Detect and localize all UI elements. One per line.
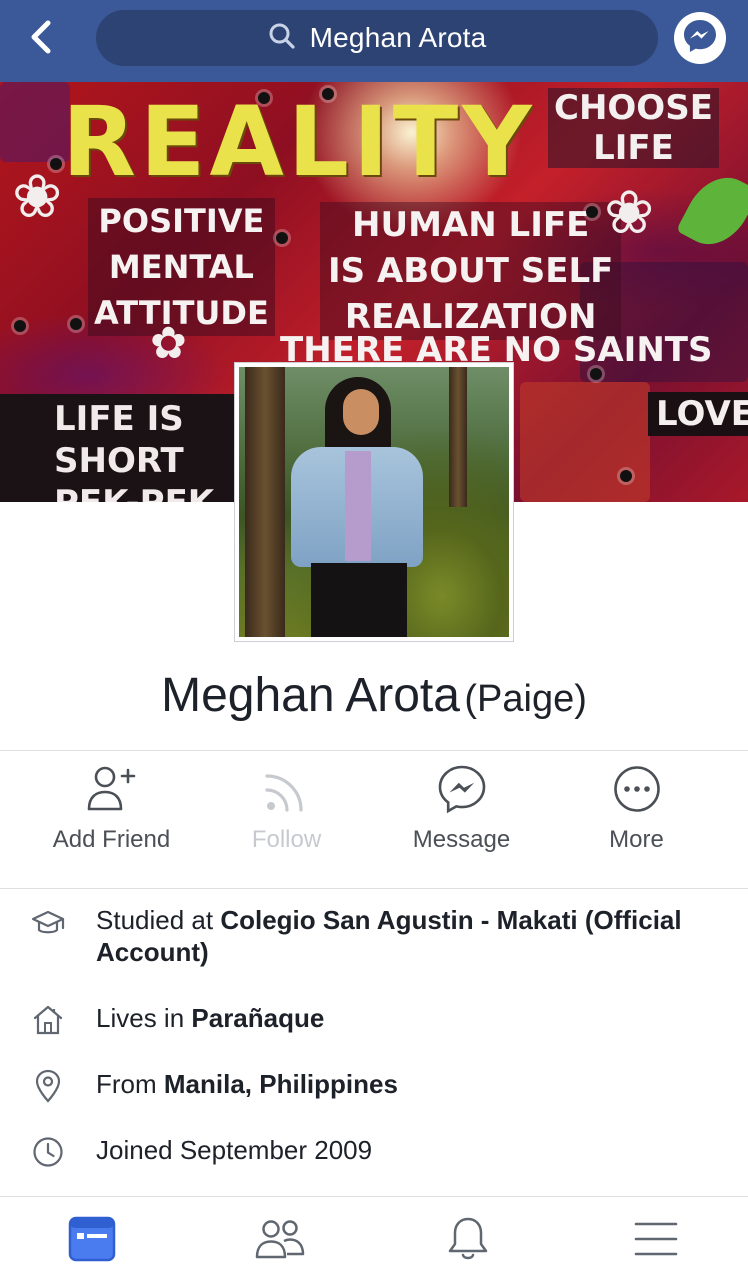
profile-picture[interactable] — [234, 362, 514, 642]
divider — [0, 888, 748, 889]
messenger-button[interactable] — [674, 12, 726, 64]
info-joined-text: Joined September 2009 — [96, 1135, 373, 1165]
search-icon — [268, 22, 296, 55]
search-bar[interactable]: Meghan Arota — [96, 10, 658, 66]
cover-patch — [520, 382, 650, 502]
bullet-hole-icon — [14, 320, 26, 332]
news-feed-icon — [68, 1216, 116, 1267]
cover-reality-text: REALITY — [62, 86, 536, 198]
cover-love-text: LOVE — [648, 392, 748, 436]
cover-text-line: MENTAL — [108, 248, 254, 286]
info-prefix: Studied at — [96, 905, 221, 935]
bullet-hole-icon — [586, 206, 598, 218]
rose-icon: ❀ — [12, 162, 63, 232]
person-face — [343, 389, 379, 435]
person-pants — [311, 563, 407, 637]
bullet-hole-icon — [50, 158, 62, 170]
info-prefix: Lives in — [96, 1003, 192, 1033]
location-pin-icon — [30, 1068, 66, 1104]
more-icon — [607, 752, 667, 818]
messenger-icon — [681, 17, 719, 60]
clock-icon — [30, 1134, 66, 1170]
nav-news-feed[interactable] — [62, 1215, 122, 1267]
message-label: Message — [412, 826, 511, 853]
bullet-hole-icon — [258, 92, 270, 104]
tree-trunk — [245, 367, 285, 637]
add-friend-button[interactable]: Add Friend — [18, 752, 205, 888]
bullet-hole-icon — [322, 88, 334, 100]
profile-picture-image — [239, 367, 509, 637]
graduation-cap-icon — [30, 906, 66, 942]
hometown-name: Manila, Philippines — [163, 1069, 398, 1099]
friends-icon — [254, 1217, 306, 1266]
bullet-hole-icon — [70, 318, 82, 330]
add-friend-icon — [82, 752, 142, 818]
search-text: Meghan Arota — [309, 22, 487, 53]
follow-button[interactable]: Follow — [193, 752, 380, 888]
profile-name: Meghan Arota (Paige) — [0, 668, 748, 723]
cover-text-line: CHOOSE — [554, 88, 713, 128]
cover-text-line: LIFE IS — [54, 399, 184, 439]
cover-choose-life-text: CHOOSE LIFE — [548, 88, 719, 168]
cover-life-short-text: LIFE IS SHORT PEK-PEK — [0, 394, 234, 502]
person-shirt — [345, 451, 371, 561]
profile-alternate-name: (Paige) — [464, 678, 587, 720]
more-label: More — [609, 826, 664, 853]
cover-text-line: LIFE — [593, 128, 674, 168]
rose-icon: ❀ — [604, 178, 655, 248]
leaf-graphic — [675, 165, 748, 257]
follow-icon — [257, 752, 317, 818]
nav-friends[interactable] — [250, 1215, 310, 1267]
menu-icon — [633, 1219, 679, 1264]
tree-trunk — [449, 367, 467, 507]
bottom-navigation — [0, 1196, 748, 1280]
bullet-hole-icon — [620, 470, 632, 482]
info-hometown-text: From Manila, Philippines — [96, 1068, 716, 1100]
cover-text-line: HUMAN LIFE — [352, 205, 590, 245]
info-education-text: Studied at Colegio San Agustin - Makati … — [96, 904, 716, 968]
chevron-left-icon — [28, 20, 54, 59]
info-current-city-text: Lives in Parañaque — [96, 1002, 716, 1034]
cover-positive-text: POSITIVE MENTAL ATTITUDE — [88, 198, 275, 336]
back-button[interactable] — [18, 16, 64, 62]
bullet-hole-icon — [590, 368, 602, 380]
divider — [0, 750, 748, 751]
bell-icon — [445, 1215, 491, 1268]
cover-text-line: SHORT — [54, 441, 184, 481]
current-city-name: Parañaque — [191, 1003, 325, 1033]
message-button[interactable]: Message — [368, 752, 555, 888]
add-friend-label: Add Friend — [52, 826, 171, 853]
cover-text-line: PEK-PEK — [54, 482, 234, 502]
top-bar: Meghan Arota — [0, 0, 748, 82]
cover-text-line: IS ABOUT SELF — [328, 251, 614, 291]
bullet-hole-icon — [276, 232, 288, 244]
info-prefix: From — [96, 1069, 164, 1099]
flower-icon: ✿ — [150, 318, 187, 369]
cover-patch — [0, 82, 70, 162]
cover-human-life-text: HUMAN LIFE IS ABOUT SELF REALIZATION — [320, 202, 622, 340]
more-button[interactable]: More — [543, 752, 730, 888]
profile-name-main: Meghan Arota — [161, 669, 460, 722]
messenger-icon — [432, 752, 492, 818]
home-icon — [30, 1002, 66, 1038]
follow-label: Follow — [251, 826, 322, 853]
profile-actions: Add Friend Follow Message More — [0, 752, 748, 888]
nav-menu[interactable] — [626, 1215, 686, 1267]
nav-notifications[interactable] — [438, 1215, 498, 1267]
cover-text-line: POSITIVE — [98, 202, 265, 240]
